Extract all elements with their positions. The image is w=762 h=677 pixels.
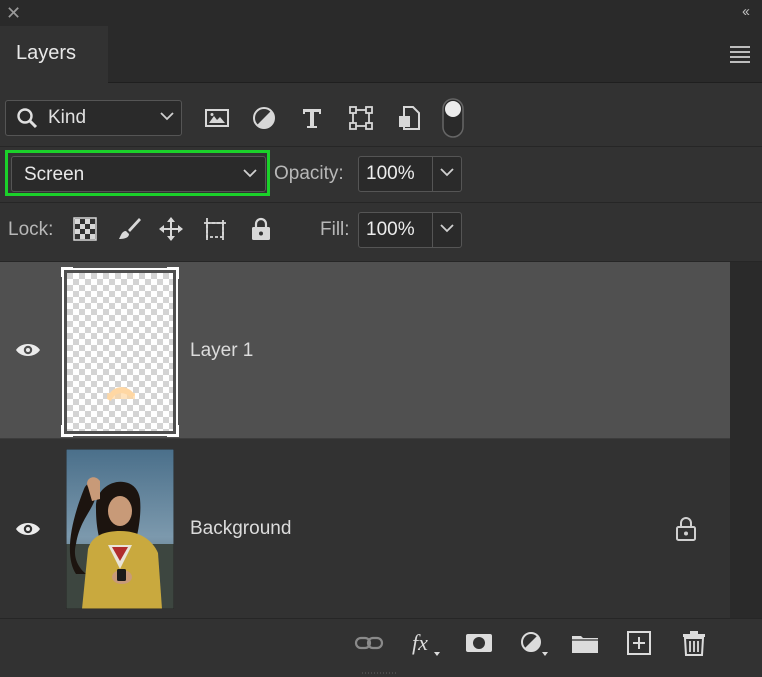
opacity-label: Opacity:	[274, 163, 344, 184]
layer-row-background[interactable]: Background	[0, 440, 730, 618]
chevron-down-icon	[243, 169, 257, 178]
lock-artboard-icon[interactable]	[202, 216, 228, 242]
blend-mode-dropdown[interactable]: Screen	[5, 150, 270, 196]
tab-strip	[0, 26, 762, 83]
layer-locked-icon[interactable]	[674, 516, 698, 542]
shape-filter-icon[interactable]	[348, 105, 374, 131]
tab-layers[interactable]: Layers	[0, 26, 108, 83]
background-thumbnail[interactable]	[66, 449, 174, 609]
add-mask-icon[interactable]	[464, 630, 494, 656]
filter-toggle-icon[interactable]	[442, 98, 464, 138]
lock-label: Lock:	[8, 219, 54, 240]
lock-transparent-pixels-icon[interactable]	[72, 216, 98, 242]
link-layers-icon[interactable]	[354, 630, 384, 656]
fill-label: Fill:	[320, 219, 350, 240]
close-icon[interactable]: ✕	[6, 3, 21, 23]
panel-menu-icon[interactable]	[730, 46, 750, 66]
fill-field[interactable]: 100%	[358, 212, 462, 248]
lock-image-pixels-icon[interactable]	[116, 216, 142, 242]
chevron-down-icon	[160, 112, 174, 121]
adjustment-layer-icon[interactable]	[518, 630, 548, 656]
opacity-value: 100%	[366, 163, 415, 184]
fill-value: 100%	[366, 219, 415, 240]
resize-grip-icon[interactable]	[360, 670, 400, 676]
tab-label: Layers	[16, 42, 77, 64]
search-icon	[17, 108, 38, 129]
chevron-down-icon	[440, 224, 454, 233]
blend-mode-value: Screen	[24, 164, 85, 185]
adjustment-filter-icon[interactable]	[251, 105, 277, 131]
type-filter-icon[interactable]	[299, 105, 325, 131]
lock-all-icon[interactable]	[248, 216, 274, 242]
panel-title-bar	[0, 0, 762, 26]
filter-kind-dropdown[interactable]: Kind	[5, 100, 182, 136]
layer-row-layer-1[interactable]: Layer 1	[0, 262, 730, 438]
svg-text:fx: fx	[412, 630, 428, 655]
image-filter-icon[interactable]	[204, 105, 230, 131]
new-layer-icon[interactable]	[624, 630, 654, 656]
lock-position-icon[interactable]	[158, 216, 184, 242]
layer-name[interactable]: Background	[190, 518, 291, 540]
fx-icon[interactable]: fx	[410, 630, 440, 656]
opacity-field[interactable]: 100%	[358, 156, 462, 192]
layer-1-thumbnail[interactable]	[61, 267, 179, 437]
group-folder-icon[interactable]	[570, 630, 600, 656]
layer-name[interactable]: Layer 1	[190, 340, 253, 362]
layers-scrollbar[interactable]	[730, 262, 762, 618]
visibility-eye-icon[interactable]	[15, 521, 41, 537]
chevron-down-icon	[440, 168, 454, 177]
delete-icon[interactable]	[679, 630, 709, 656]
visibility-eye-icon[interactable]	[15, 342, 41, 358]
smart-object-filter-icon[interactable]	[396, 105, 422, 131]
filter-kind-label: Kind	[48, 107, 87, 128]
collapse-chevrons-icon[interactable]: ‹‹	[742, 3, 750, 21]
